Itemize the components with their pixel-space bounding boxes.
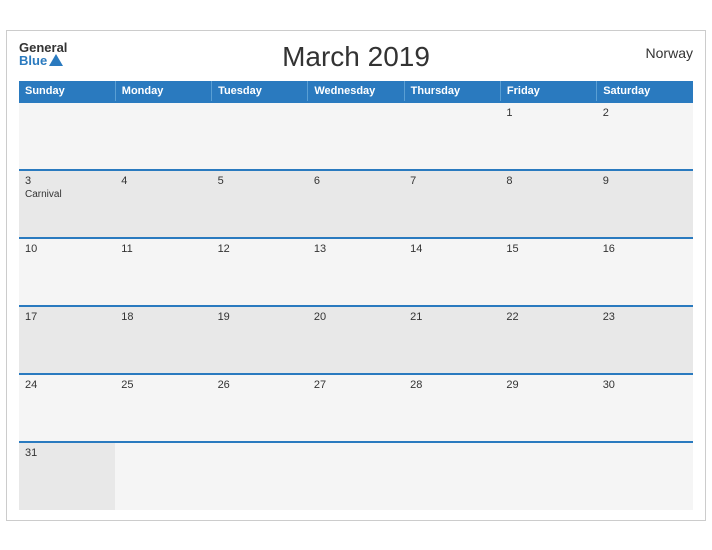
day-number: 7 <box>410 175 494 187</box>
weekday-header-sunday: Sunday <box>19 81 115 102</box>
day-number: 30 <box>603 379 687 391</box>
calendar-cell-w2-d6: 16 <box>597 238 693 306</box>
calendar-cell-w0-d3 <box>308 102 404 170</box>
calendar-cell-w5-d0: 31 <box>19 442 115 510</box>
calendar-cell-w4-d4: 28 <box>404 374 500 442</box>
day-number: 27 <box>314 379 398 391</box>
calendar-cell-w2-d2: 12 <box>212 238 308 306</box>
day-number: 15 <box>506 243 590 255</box>
week-row-4: 24 25 26 27 28 29 30 <box>19 374 693 442</box>
weekday-header-wednesday: Wednesday <box>308 81 404 102</box>
calendar-cell-w3-d5: 22 <box>500 306 596 374</box>
logo-blue-text: Blue <box>19 54 67 67</box>
day-number: 4 <box>121 175 205 187</box>
day-number: 31 <box>25 447 109 459</box>
logo-triangle-icon <box>49 54 63 66</box>
calendar-cell-w5-d6 <box>597 442 693 510</box>
calendar-cell-w0-d1 <box>115 102 211 170</box>
calendar-cell-w2-d5: 15 <box>500 238 596 306</box>
day-number: 2 <box>603 107 687 119</box>
day-number: 29 <box>506 379 590 391</box>
day-number: 28 <box>410 379 494 391</box>
day-number: 23 <box>603 311 687 323</box>
calendar-cell-w5-d4 <box>404 442 500 510</box>
calendar-cell-w4-d0: 24 <box>19 374 115 442</box>
calendar-title: March 2019 <box>282 41 430 73</box>
day-number: 22 <box>506 311 590 323</box>
day-number: 11 <box>121 243 205 255</box>
calendar-cell-w1-d2: 5 <box>212 170 308 238</box>
weekday-header-thursday: Thursday <box>404 81 500 102</box>
calendar-cell-w5-d3 <box>308 442 404 510</box>
calendar-table: SundayMondayTuesdayWednesdayThursdayFrid… <box>19 81 693 510</box>
calendar-cell-w0-d0 <box>19 102 115 170</box>
week-row-5: 31 <box>19 442 693 510</box>
day-number: 16 <box>603 243 687 255</box>
calendar-cell-w1-d3: 6 <box>308 170 404 238</box>
calendar-cell-w5-d2 <box>212 442 308 510</box>
calendar-cell-w3-d2: 19 <box>212 306 308 374</box>
calendar-cell-w2-d1: 11 <box>115 238 211 306</box>
week-row-1: 3 Carnival 4 5678 9 <box>19 170 693 238</box>
weekday-header-friday: Friday <box>500 81 596 102</box>
calendar-cell-w1-d6: 9 <box>597 170 693 238</box>
calendar-cell-w5-d5 <box>500 442 596 510</box>
day-number: 13 <box>314 243 398 255</box>
day-number: 21 <box>410 311 494 323</box>
day-number: 18 <box>121 311 205 323</box>
calendar-cell-w4-d5: 29 <box>500 374 596 442</box>
calendar-cell-w0-d5: 1 <box>500 102 596 170</box>
day-number: 12 <box>218 243 302 255</box>
day-number: 26 <box>218 379 302 391</box>
calendar-cell-w4-d1: 25 <box>115 374 211 442</box>
week-row-3: 17 18 19 20 21 22 23 <box>19 306 693 374</box>
event-label: Carnival <box>25 189 109 200</box>
logo: General Blue <box>19 41 67 67</box>
day-number: 10 <box>25 243 109 255</box>
calendar-cell-w0-d4 <box>404 102 500 170</box>
logo-general-text: General <box>19 41 67 54</box>
calendar-header: General Blue March 2019 Norway <box>19 41 693 73</box>
day-number: 25 <box>121 379 205 391</box>
week-row-2: 10 11 12 13 14 15 16 <box>19 238 693 306</box>
calendar-cell-w3-d6: 23 <box>597 306 693 374</box>
day-number: 9 <box>603 175 687 187</box>
calendar-cell-w1-d4: 7 <box>404 170 500 238</box>
day-number: 1 <box>506 107 590 119</box>
day-number: 19 <box>218 311 302 323</box>
calendar-cell-w2-d4: 14 <box>404 238 500 306</box>
day-number: 8 <box>506 175 590 187</box>
calendar-cell-w3-d3: 20 <box>308 306 404 374</box>
country-label: Norway <box>646 45 693 61</box>
calendar-cell-w2-d3: 13 <box>308 238 404 306</box>
day-number: 5 <box>218 175 302 187</box>
calendar-cell-w2-d0: 10 <box>19 238 115 306</box>
calendar-cell-w4-d2: 26 <box>212 374 308 442</box>
calendar-cell-w1-d5: 8 <box>500 170 596 238</box>
week-row-0: 12 <box>19 102 693 170</box>
day-number: 20 <box>314 311 398 323</box>
calendar-cell-w3-d1: 18 <box>115 306 211 374</box>
calendar-cell-w1-d1: 4 <box>115 170 211 238</box>
calendar-cell-w1-d0: 3 Carnival <box>19 170 115 238</box>
calendar-cell-w5-d1 <box>115 442 211 510</box>
day-number: 17 <box>25 311 109 323</box>
weekday-header-row: SundayMondayTuesdayWednesdayThursdayFrid… <box>19 81 693 102</box>
weekday-header-saturday: Saturday <box>597 81 693 102</box>
calendar-cell-w4-d6: 30 <box>597 374 693 442</box>
day-number: 14 <box>410 243 494 255</box>
calendar-cell-w4-d3: 27 <box>308 374 404 442</box>
calendar-cell-w0-d6: 2 <box>597 102 693 170</box>
weekday-header-monday: Monday <box>115 81 211 102</box>
day-number: 24 <box>25 379 109 391</box>
weekday-header-tuesday: Tuesday <box>212 81 308 102</box>
calendar-cell-w3-d4: 21 <box>404 306 500 374</box>
calendar-cell-w3-d0: 17 <box>19 306 115 374</box>
day-number: 6 <box>314 175 398 187</box>
calendar-container: General Blue March 2019 Norway SundayMon… <box>6 30 706 521</box>
calendar-cell-w0-d2 <box>212 102 308 170</box>
day-number: 3 <box>25 175 109 187</box>
